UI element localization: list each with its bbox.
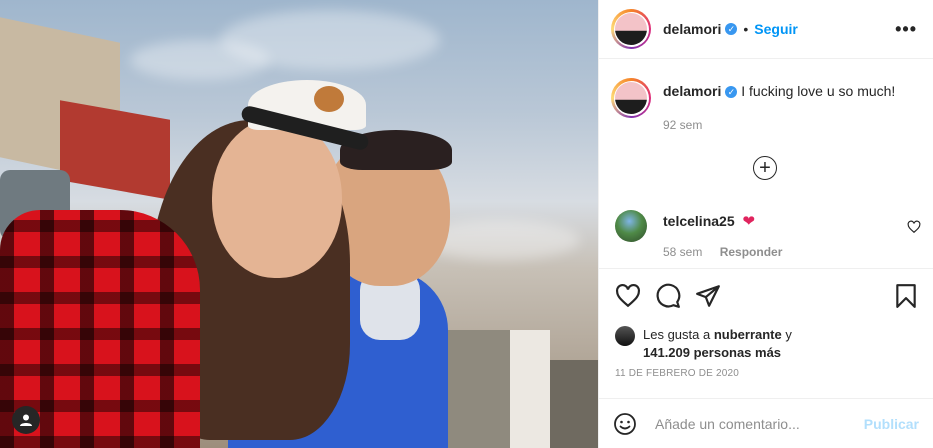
caption: delamori ✓ I fucking love u so much! [611, 78, 895, 118]
comment-bubble-icon[interactable] [655, 283, 681, 309]
follow-button[interactable]: Seguir [754, 21, 798, 37]
avatar[interactable] [611, 9, 651, 49]
post-modal: delamori ✓ • Seguir ••• delamori ✓ I fuck… [0, 0, 933, 448]
verified-badge-icon: ✓ [725, 23, 738, 35]
emoji-smiley-icon[interactable] [613, 412, 637, 436]
liker-avatar[interactable] [615, 326, 635, 346]
comment-line: telcelina25 ❤ [663, 212, 755, 230]
caption-avatar[interactable] [611, 78, 651, 118]
publish-button[interactable]: Publicar [864, 416, 919, 432]
save-bookmark-icon[interactable] [893, 283, 919, 309]
liker-username[interactable]: nuberrante [714, 327, 782, 342]
likes-text: Les gusta a nuberrante y 141.209 persona… [643, 326, 903, 362]
plus-icon: + [759, 157, 771, 179]
separator-dot: • [743, 21, 749, 37]
post-username[interactable]: delamori [663, 21, 721, 37]
caption-username[interactable]: delamori [663, 83, 721, 99]
comment-composer: Publicar [599, 398, 933, 448]
comment-input[interactable] [653, 414, 864, 433]
like-heart-icon[interactable] [615, 283, 641, 309]
user-tag-button[interactable] [12, 406, 40, 434]
comment-time[interactable]: 58 sem [663, 245, 702, 259]
caption-text: I fucking love u so much! [741, 83, 896, 99]
post-photo[interactable] [0, 0, 598, 448]
post-header: delamori ✓ • Seguir ••• [599, 0, 933, 59]
more-options-icon[interactable]: ••• [895, 19, 917, 40]
likes-conj: y [781, 327, 792, 342]
comment-avatar[interactable] [615, 210, 647, 242]
share-paper-plane-icon[interactable] [695, 283, 721, 309]
likes-prefix: Les gusta a [643, 327, 714, 342]
comment-like-heart-icon[interactable] [907, 220, 921, 234]
caption-time[interactable]: 92 sem [663, 118, 702, 132]
user-icon [20, 414, 32, 426]
post-actions-bar [599, 268, 933, 321]
likes-count[interactable]: 141.209 personas más [643, 345, 781, 360]
post-side-panel: delamori ✓ • Seguir ••• delamori ✓ I fuck… [598, 0, 933, 448]
comment-username[interactable]: telcelina25 [663, 213, 735, 229]
verified-badge-icon: ✓ [725, 86, 738, 99]
reply-button[interactable]: Responder [720, 245, 783, 259]
post-date[interactable]: 11 DE FEBRERO DE 2020 [615, 368, 739, 379]
comment-text: ❤ [742, 213, 756, 230]
comment-meta: 58 sem Responder [663, 245, 782, 259]
load-more-comments-button[interactable]: + [753, 156, 777, 180]
caption-text-block: delamori ✓ I fucking love u so much! [663, 78, 895, 118]
